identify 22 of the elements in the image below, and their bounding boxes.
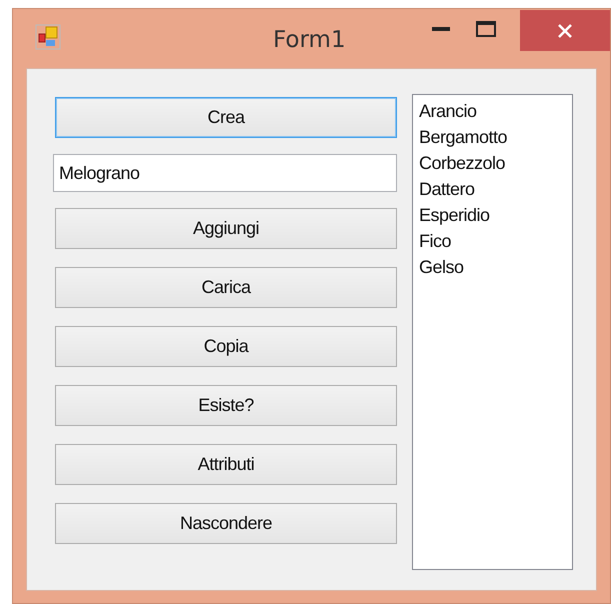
list-box[interactable]: Arancio Bergamotto Corbezzolo Dattero Esperidio Fico Gelso xyxy=(412,94,573,570)
form-button[interactable]: Esiste? xyxy=(55,385,397,426)
list-item[interactable]: Esperidio xyxy=(419,202,490,228)
form-button[interactable]: Carica xyxy=(55,267,397,308)
form-button[interactable]: Aggiungi xyxy=(55,208,397,249)
form-button[interactable]: Nascondere xyxy=(55,503,397,544)
list-item[interactable]: Dattero xyxy=(419,176,475,202)
list-item[interactable]: Bergamotto xyxy=(419,124,508,150)
window-title: Form1 xyxy=(273,26,346,54)
close-button[interactable] xyxy=(520,10,610,51)
list-item[interactable]: Corbezzolo xyxy=(419,150,506,176)
list-item[interactable]: Fico xyxy=(419,228,452,254)
minimize-icon xyxy=(432,27,450,31)
list-item[interactable]: Arancio xyxy=(419,98,477,124)
form-button[interactable]: Attributi xyxy=(55,444,397,485)
form-button[interactable]: Copia xyxy=(55,326,397,367)
text-field[interactable]: Melograno xyxy=(53,154,397,192)
list-item[interactable]: Gelso xyxy=(419,254,464,280)
form-button[interactable]: Crea xyxy=(55,97,397,138)
close-icon xyxy=(557,22,573,38)
app-icon xyxy=(35,24,61,50)
maximize-icon xyxy=(476,21,496,37)
